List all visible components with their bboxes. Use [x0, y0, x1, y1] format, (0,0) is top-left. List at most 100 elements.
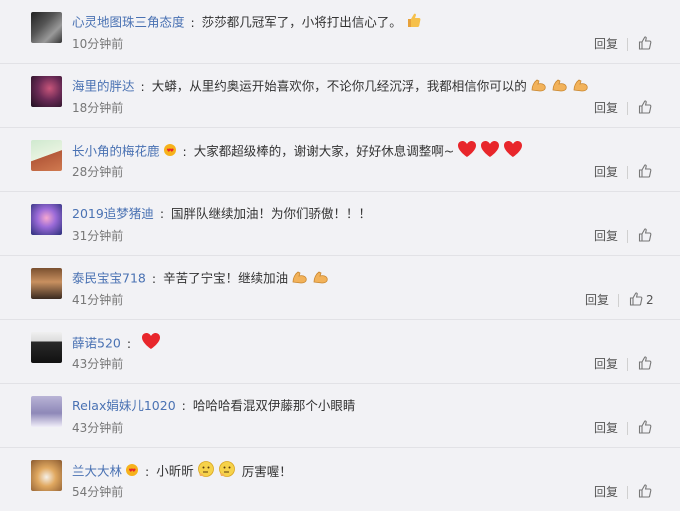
comment-time: 54分钟前	[72, 485, 124, 499]
reply-button[interactable]: 回复	[594, 420, 618, 436]
flexed-arm-icon	[312, 268, 330, 290]
divider	[627, 230, 628, 243]
comment-line: 海里的胖达: 大蟒，从里约奥运开始喜欢你，不论你几经沉浮，我都相信你可以的	[72, 76, 590, 96]
comment-text: 哈哈哈看混双伊藤那个小眼睛	[192, 398, 356, 413]
like-button[interactable]	[638, 99, 652, 118]
comment-text: 国胖队继续加油！为你们骄傲！！！	[171, 206, 372, 221]
comment-time: 18分钟前	[72, 101, 124, 115]
avatar[interactable]	[31, 332, 62, 363]
comment-text: 辛苦了宁宝！继续加油	[163, 270, 289, 286]
avatar[interactable]	[31, 396, 62, 427]
like-button[interactable]	[638, 419, 652, 436]
like-button[interactable]	[638, 163, 652, 182]
thumbs-up-icon	[638, 355, 652, 374]
avatar[interactable]	[31, 268, 62, 299]
comment-line: 薛诺520:	[72, 332, 161, 352]
like-button[interactable]	[638, 483, 652, 502]
username-link[interactable]: 薛诺520	[72, 336, 121, 351]
heart-icon	[480, 140, 500, 164]
thumbs-up-icon	[405, 12, 421, 34]
comment-item: Relax娟妹儿1020: 哈哈哈看混双伊藤那个小眼睛 43分钟前 回复	[0, 384, 680, 448]
thumbs-up-icon	[638, 99, 652, 118]
comment-item: 泰民宝宝718: 辛苦了宁宝！继续加油 41分钟前 回复 2	[0, 256, 680, 320]
divider	[618, 294, 619, 307]
thumbs-up-icon	[638, 483, 652, 502]
divider	[627, 358, 628, 371]
separator: :	[126, 335, 132, 351]
avatar[interactable]	[31, 76, 62, 107]
comment-list: 心灵地图珠三角态度: 莎莎都几冠军了，小将打出信心了。 10分钟前 回复 海里的胖…	[0, 0, 680, 511]
thumbs-up-icon	[638, 35, 652, 54]
separator: :	[151, 270, 157, 286]
comment-line: 心灵地图珠三角态度: 莎莎都几冠军了，小将打出信心了。	[72, 12, 421, 32]
reply-button[interactable]: 回复	[594, 164, 618, 180]
comment-line: 2019追梦猪迪: 国胖队继续加油！为你们骄傲！！！	[72, 204, 371, 224]
username-link[interactable]: 海里的胖达	[72, 79, 135, 94]
thumbs-up-icon	[638, 163, 652, 182]
comment-item: 长小角的梅花鹿: 大家都超级棒的，谢谢大家，好好休息调整啊~ 28分钟前 回复	[0, 128, 680, 192]
separator: :	[159, 206, 165, 221]
username-link[interactable]: 长小角的梅花鹿	[72, 144, 160, 159]
username-link[interactable]: 泰民宝宝718	[72, 271, 146, 286]
username-link[interactable]: Relax娟妹儿1020	[72, 398, 176, 413]
comment-time: 31分钟前	[72, 229, 124, 243]
like-count: 2	[646, 293, 654, 307]
separator: :	[181, 398, 186, 413]
comment-item: 心灵地图珠三角态度: 莎莎都几冠军了，小将打出信心了。 10分钟前 回复	[0, 0, 680, 64]
reply-button[interactable]: 回复	[594, 100, 618, 116]
avatar[interactable]	[31, 140, 62, 171]
reply-button[interactable]: 回复	[594, 228, 618, 244]
reply-button[interactable]: 回复	[594, 36, 618, 52]
thumbs-up-icon	[629, 291, 643, 310]
thinking-face-icon	[218, 460, 236, 484]
comment-time: 28分钟前	[72, 165, 124, 179]
heart-icon	[457, 140, 477, 164]
crown-heart-icon	[125, 462, 139, 482]
comment-line: 兰大大林: 小昕昕 厉害喔！	[72, 460, 292, 480]
username-link[interactable]: 兰大大林	[72, 464, 122, 479]
separator: :	[140, 78, 145, 94]
heart-icon	[141, 332, 161, 356]
flexed-arm-icon	[291, 268, 309, 290]
crown-heart-icon	[163, 142, 177, 162]
comment-text: 莎莎都几冠军了，小将打出信心了。	[201, 14, 402, 30]
comment-item: 兰大大林: 小昕昕 厉害喔！ 54分钟前 回复	[0, 448, 680, 511]
comment-line: 长小角的梅花鹿: 大家都超级棒的，谢谢大家，好好休息调整啊~	[72, 140, 523, 160]
comment-time: 10分钟前	[72, 37, 124, 51]
divider	[627, 102, 628, 115]
divider	[627, 486, 628, 499]
heart-icon	[503, 140, 523, 164]
comment-text: 大蟒，从里约奥运开始喜欢你，不论你几经沉浮，我都相信你可以的	[151, 78, 527, 94]
separator: :	[190, 14, 195, 30]
comment-text-tail: 厉害喔！	[241, 463, 292, 479]
reply-button[interactable]: 回复	[594, 484, 618, 500]
like-button[interactable]: 2	[629, 291, 654, 310]
avatar[interactable]	[31, 204, 62, 235]
divider	[627, 38, 628, 51]
comment-time: 43分钟前	[72, 421, 124, 435]
divider	[627, 422, 628, 435]
reply-button[interactable]: 回复	[585, 292, 609, 308]
like-button[interactable]	[638, 227, 652, 246]
comment-time: 43分钟前	[72, 357, 124, 371]
thumbs-up-icon	[638, 227, 652, 246]
username-link[interactable]: 2019追梦猪迪	[72, 206, 154, 221]
avatar[interactable]	[31, 460, 62, 491]
like-button[interactable]	[638, 355, 652, 374]
separator: :	[182, 143, 187, 159]
thinking-face-icon	[197, 460, 215, 484]
flexed-arm-icon	[551, 76, 569, 98]
comment-text: 小昕昕	[156, 463, 194, 479]
username-link[interactable]: 心灵地图珠三角态度	[72, 15, 185, 30]
flexed-arm-icon	[572, 76, 590, 98]
comment-item: 2019追梦猪迪: 国胖队继续加油！为你们骄傲！！！ 31分钟前 回复	[0, 192, 680, 256]
like-button[interactable]	[638, 35, 652, 54]
comment-item: 薛诺520: 43分钟前 回复	[0, 320, 680, 384]
comment-line: 泰民宝宝718: 辛苦了宁宝！继续加油	[72, 268, 330, 288]
separator: :	[145, 463, 150, 479]
reply-button[interactable]: 回复	[594, 356, 618, 372]
divider	[627, 166, 628, 179]
avatar[interactable]	[31, 12, 62, 43]
comment-time: 41分钟前	[72, 293, 124, 307]
flexed-arm-icon	[530, 76, 548, 98]
